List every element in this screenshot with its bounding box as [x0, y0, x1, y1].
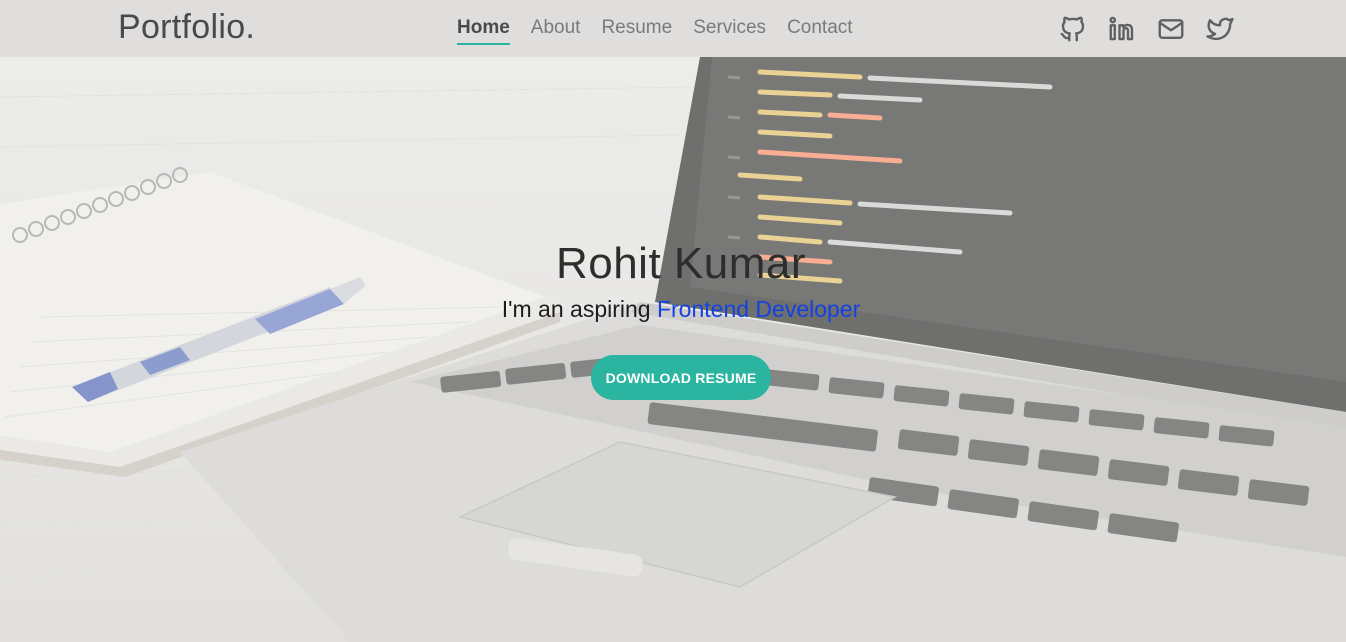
linkedin-icon[interactable]: [1107, 14, 1137, 44]
hero-name: Rohit Kumar: [555, 239, 807, 288]
nav-item-contact[interactable]: Contact: [787, 17, 852, 43]
mail-icon[interactable]: [1156, 14, 1186, 44]
nav-item-services[interactable]: Services: [693, 17, 766, 43]
nav-links: Home About Resume Services Contact: [457, 17, 853, 45]
nav-item-resume[interactable]: Resume: [601, 17, 672, 43]
tagline-prefix: I'm an aspiring: [501, 296, 657, 322]
navbar: Portfolio. Home About Resume Services Co…: [0, 0, 1346, 57]
twitter-icon[interactable]: [1205, 14, 1235, 44]
nav-item-home[interactable]: Home: [457, 17, 510, 45]
hero-content: Rohit Kumar I'm an aspiring Frontend Dev…: [0, 57, 1346, 642]
download-resume-button[interactable]: DOWNLOAD RESUME: [591, 355, 771, 400]
tagline-role: Frontend Developer: [656, 296, 861, 322]
portfolio-page: Portfolio. Home About Resume Services Co…: [0, 0, 1346, 642]
social-links: [1058, 14, 1235, 44]
hero-tagline: I'm an aspiring Frontend Developer: [0, 296, 1346, 323]
github-icon[interactable]: [1058, 14, 1088, 44]
nav-item-about[interactable]: About: [531, 17, 581, 43]
brand-logo[interactable]: Portfolio.: [118, 8, 255, 47]
